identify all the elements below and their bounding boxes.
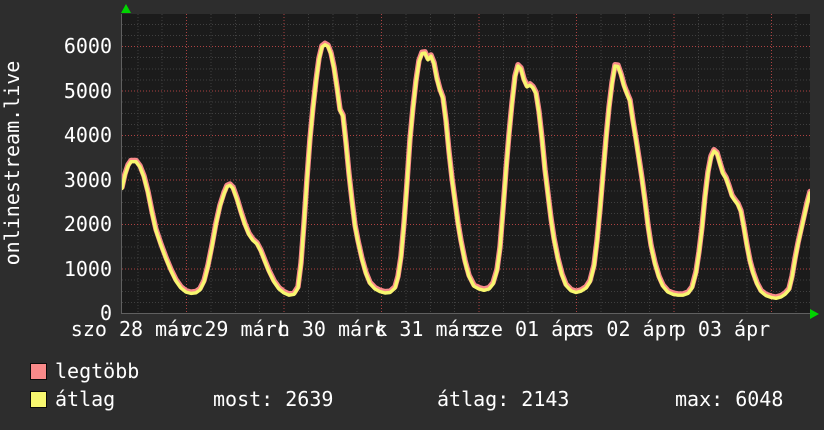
y-tick-label: 1000 (63, 256, 112, 281)
legend-label-avg: átlag (55, 387, 116, 411)
x-tick-label: cs 02 ápr (570, 317, 679, 341)
legend-swatch-avg (30, 391, 47, 408)
x-axis-arrow-icon (810, 309, 819, 319)
chart-plot-area (122, 14, 810, 313)
stat-value: most: 2639 (213, 387, 334, 411)
y-tick-label: 6000 (63, 34, 112, 58)
legend-label-max: legtöbb (55, 359, 140, 383)
x-tick-label: v 29 márc (180, 317, 289, 341)
x-tick-label: sze 01 ápr (466, 317, 588, 341)
x-tick-label: p 03 ápr (673, 317, 771, 341)
x-axis-line (121, 313, 812, 314)
stat-value: max: 6048 (675, 387, 784, 411)
y-axis-line (121, 14, 122, 314)
rrd-graph: onlinestream.live 0 1000 2000 3000 4000 5000 6… (0, 0, 824, 430)
y-tick-label: 3000 (63, 167, 112, 192)
stat-value: átlag: 2143 (437, 387, 570, 411)
legend-swatch-max (30, 363, 47, 380)
y-tick-label: 5000 (63, 78, 112, 103)
y-tick-label: 4000 (63, 123, 112, 147)
y-axis-arrow-icon (121, 4, 131, 13)
x-tick-label: h 30 márc (277, 317, 387, 341)
y-tick-label: 2000 (63, 212, 112, 236)
